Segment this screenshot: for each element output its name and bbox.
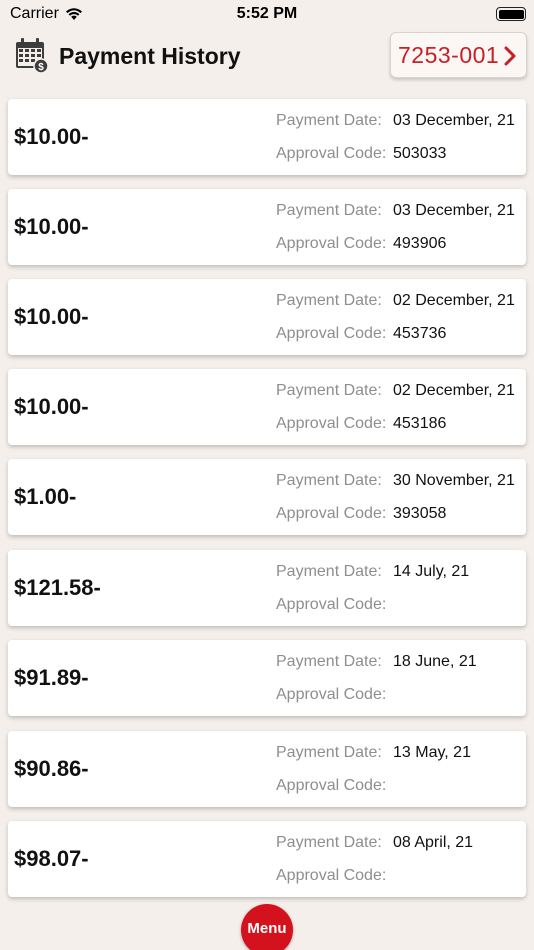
approval-code-value: 503033: [393, 145, 447, 162]
approval-code-value: 453736: [393, 325, 447, 342]
menu-button[interactable]: Menu: [241, 904, 293, 950]
payment-card[interactable]: $90.86- Payment Date: 13 May, 21 Approva…: [8, 731, 526, 807]
payment-card[interactable]: $10.00- Payment Date: 02 December, 21 Ap…: [8, 369, 526, 445]
payment-date-label: Payment Date:: [276, 563, 382, 580]
payment-amount: $1.00-: [14, 484, 77, 509]
battery-icon: [496, 7, 526, 21]
payment-amount: $90.86-: [14, 756, 89, 781]
menu-label: Menu: [247, 920, 287, 937]
payment-date-label: Payment Date:: [276, 292, 382, 309]
payment-amount: $98.07-: [14, 846, 89, 871]
payment-card[interactable]: $10.00- Payment Date: 03 December, 21 Ap…: [8, 99, 526, 175]
payment-date-label: Payment Date:: [276, 834, 382, 851]
status-bar: Carrier 5:52 PM: [0, 0, 534, 30]
payment-date-value: 08 April, 21: [393, 834, 474, 851]
approval-code-label: Approval Code:: [276, 867, 387, 884]
payment-amount: $10.00-: [14, 394, 89, 419]
account-selector-button[interactable]: 7253-001: [390, 32, 527, 78]
payment-date-label: Payment Date:: [276, 472, 382, 489]
payment-card[interactable]: $121.58- Payment Date: 14 July, 21 Appro…: [8, 550, 526, 626]
payment-date-value: 13 May, 21: [393, 744, 471, 761]
clock: 5:52 PM: [236, 5, 298, 22]
calendar-dollar-icon: $: [16, 38, 49, 74]
payment-date-label: Payment Date:: [276, 653, 382, 670]
approval-code-label: Approval Code:: [276, 235, 387, 252]
page-title: Payment History: [59, 43, 241, 69]
payment-card[interactable]: $98.07- Payment Date: 08 April, 21 Appro…: [8, 821, 526, 897]
payment-card[interactable]: $10.00- Payment Date: 03 December, 21 Ap…: [8, 189, 526, 265]
approval-code-label: Approval Code:: [276, 596, 387, 613]
svg-text:$: $: [38, 62, 44, 73]
approval-code-value: 453186: [393, 415, 447, 432]
payment-amount: $10.00-: [14, 124, 89, 149]
payment-date-value: 02 December, 21: [393, 292, 515, 309]
payment-card[interactable]: $91.89- Payment Date: 18 June, 21 Approv…: [8, 640, 526, 716]
payment-date-value: 18 June, 21: [393, 653, 477, 670]
payment-amount: $121.58-: [14, 575, 101, 600]
payment-date-label: Payment Date:: [276, 112, 382, 129]
payment-amount: $91.89-: [14, 665, 89, 690]
approval-code-label: Approval Code:: [276, 415, 387, 432]
approval-code-label: Approval Code:: [276, 145, 387, 162]
payment-card[interactable]: $1.00- Payment Date: 30 November, 21 App…: [8, 459, 526, 535]
payment-amount: $10.00-: [14, 304, 89, 329]
payment-date-label: Payment Date:: [276, 202, 382, 219]
payment-date-value: 30 November, 21: [393, 472, 515, 489]
payment-date-value: 03 December, 21: [393, 112, 515, 129]
payment-date-label: Payment Date:: [276, 744, 382, 761]
approval-code-label: Approval Code:: [276, 686, 387, 703]
payment-card[interactable]: $10.00- Payment Date: 02 December, 21 Ap…: [8, 279, 526, 355]
approval-code-label: Approval Code:: [276, 325, 387, 342]
payment-date-value: 14 July, 21: [393, 563, 470, 580]
payment-amount: $10.00-: [14, 214, 89, 239]
approval-code-value: 393058: [393, 505, 447, 522]
approval-code-label: Approval Code:: [276, 505, 387, 522]
approval-code-label: Approval Code:: [276, 777, 387, 794]
payment-date-label: Payment Date:: [276, 382, 382, 399]
account-number: 7253-001: [398, 41, 500, 68]
chevron-right-icon: [504, 46, 516, 66]
payment-date-value: 03 December, 21: [393, 202, 515, 219]
header: $ Payment History 7253-001: [0, 30, 534, 88]
approval-code-value: 493906: [393, 235, 447, 252]
payment-date-value: 02 December, 21: [393, 382, 515, 399]
